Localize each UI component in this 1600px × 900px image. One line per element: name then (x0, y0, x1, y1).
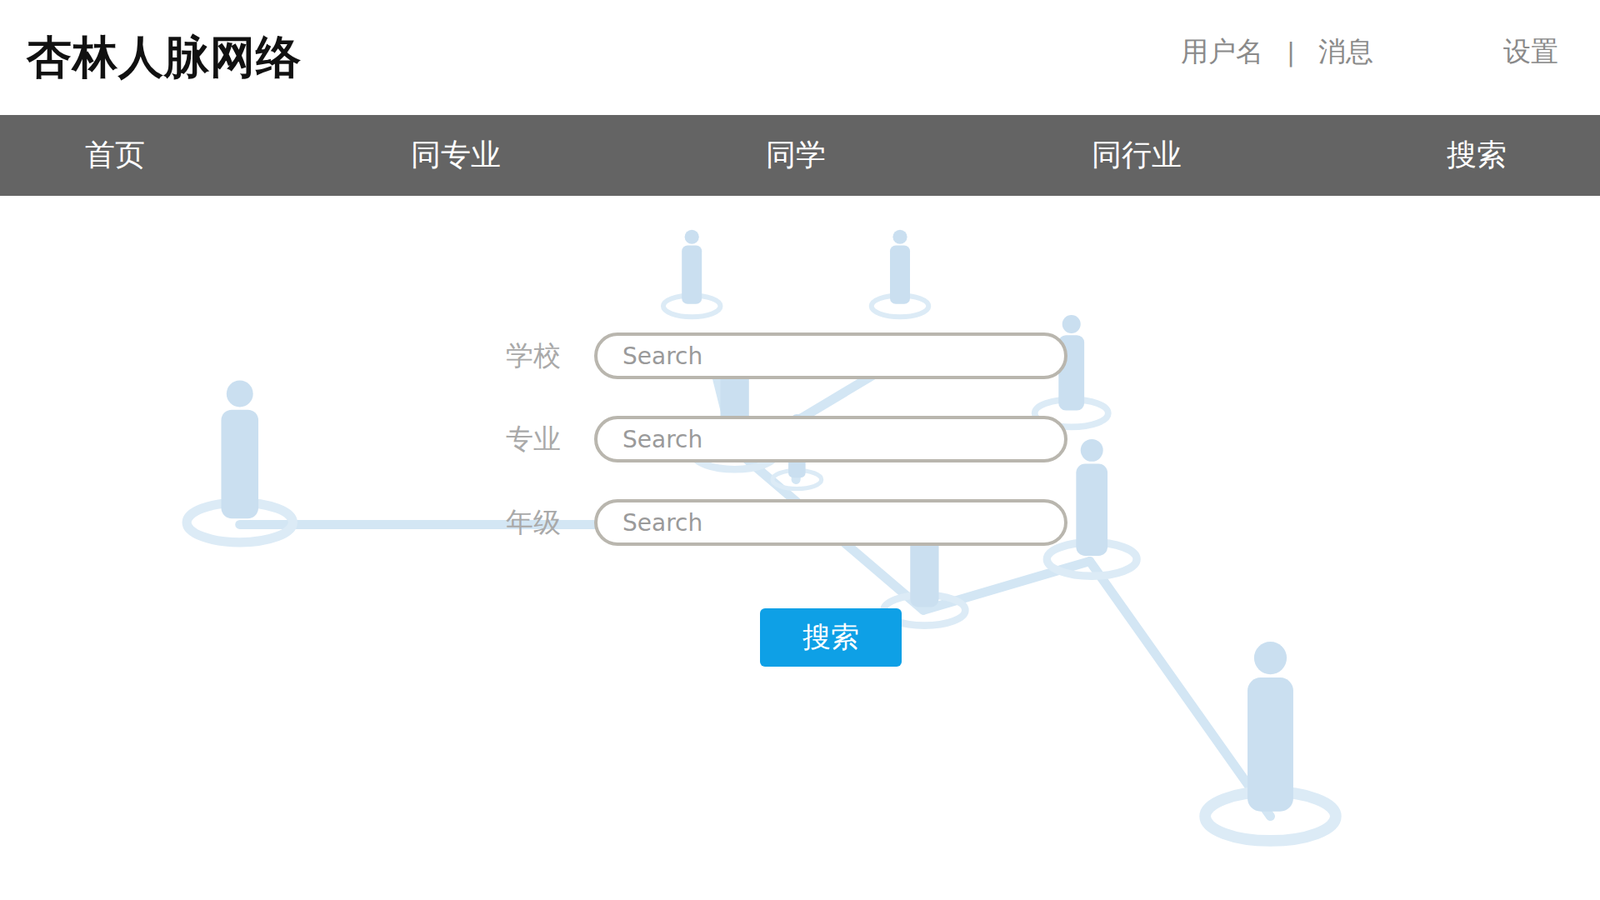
search-button[interactable]: 搜索 (760, 608, 902, 667)
button-row: 搜索 (594, 608, 1068, 667)
field-label: 学校 (494, 337, 561, 375)
user-name-link[interactable]: 用户名 (1180, 33, 1264, 71)
nav-item[interactable]: 首页 (85, 126, 145, 185)
site-logo[interactable]: 杏林人脉网络 (26, 27, 302, 89)
search-field[interactable] (594, 499, 1068, 546)
search-field[interactable] (594, 332, 1068, 380)
nav-item[interactable]: 同学 (765, 126, 826, 185)
field-label: 专业 (494, 420, 561, 459)
content: 学校专业年级搜索 (0, 195, 1600, 900)
search-form: 学校专业年级搜索 (494, 332, 1068, 667)
messages-link[interactable]: 消息 (1318, 33, 1374, 71)
nav-item[interactable]: 搜索 (1446, 126, 1507, 185)
user-links: 用户名 | 消息 设置 (1180, 33, 1559, 71)
settings-link[interactable]: 设置 (1503, 33, 1559, 71)
header: 杏林人脉网络 用户名 | 消息 设置 (0, 0, 1600, 115)
search-field[interactable] (594, 415, 1068, 463)
field-label: 年级 (494, 504, 561, 542)
nav-bar: 首页 同专业 同学 同行业 搜索 (0, 115, 1600, 196)
nav-item[interactable]: 同专业 (410, 126, 501, 185)
separator: | (1286, 37, 1295, 67)
nav-item[interactable]: 同行业 (1091, 126, 1182, 185)
